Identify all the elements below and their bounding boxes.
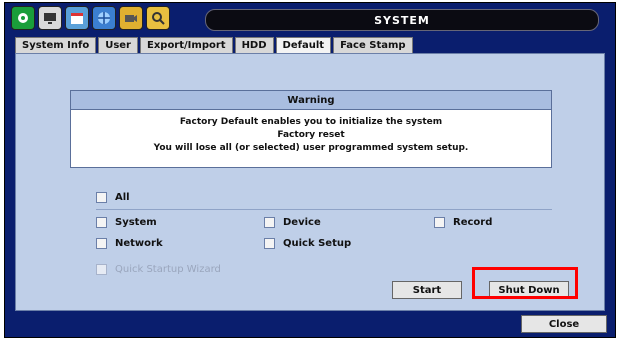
checkbox-quick-startup-wizard: Quick Startup Wizard [96, 264, 221, 275]
warning-line-1: Factory Default enables you to initializ… [179, 117, 443, 127]
checkbox-box[interactable] [96, 192, 107, 203]
toolbar-icons [11, 6, 170, 30]
close-button[interactable]: Close [521, 315, 607, 333]
checkbox-all-label: All [115, 192, 130, 203]
title-bar: SYSTEM [5, 3, 615, 35]
checkbox-network[interactable]: Network [96, 238, 163, 249]
highlight-box [472, 267, 578, 299]
tab-bar: System Info User Export/Import HDD Defau… [15, 37, 413, 53]
checkbox-system-label: System [115, 217, 157, 228]
schedule-icon[interactable] [65, 6, 89, 30]
tab-face-stamp[interactable]: Face Stamp [333, 37, 413, 53]
checkbox-device-label: Device [283, 217, 321, 228]
checkbox-all[interactable]: All [96, 192, 130, 203]
system-setup-icon[interactable] [11, 6, 35, 30]
display-icon[interactable] [38, 6, 62, 30]
warning-line-2: Factory reset [277, 130, 345, 140]
checkbox-system[interactable]: System [96, 217, 157, 228]
checkbox-box[interactable] [264, 217, 275, 228]
window-title: SYSTEM [205, 9, 599, 31]
checkbox-box[interactable] [96, 238, 107, 249]
checkbox-box[interactable] [264, 238, 275, 249]
checkbox-box[interactable] [96, 217, 107, 228]
checkbox-quick-setup[interactable]: Quick Setup [264, 238, 351, 249]
checkbox-record[interactable]: Record [434, 217, 492, 228]
record-icon[interactable] [119, 6, 143, 30]
checkbox-box [96, 264, 107, 275]
network-icon[interactable] [92, 6, 116, 30]
warning-title: Warning [71, 91, 551, 110]
checkbox-quick-setup-label: Quick Setup [283, 238, 352, 249]
tab-default[interactable]: Default [275, 37, 332, 53]
warning-box: Warning Factory Default enables you to i… [70, 90, 552, 168]
tab-user[interactable]: User [98, 37, 138, 53]
tab-export-import[interactable]: Export/Import [140, 37, 233, 53]
checkbox-box[interactable] [434, 217, 445, 228]
search-icon[interactable] [146, 6, 170, 30]
tab-system-info[interactable]: System Info [15, 37, 97, 53]
start-button[interactable]: Start [392, 281, 462, 299]
checkbox-device[interactable]: Device [264, 217, 321, 228]
checkbox-quick-startup-wizard-label: Quick Startup Wizard [115, 264, 221, 275]
checkbox-network-label: Network [115, 238, 163, 249]
checkbox-record-label: Record [453, 217, 493, 228]
tab-hdd[interactable]: HDD [234, 37, 274, 53]
warning-line-3: You will lose all (or selected) user pro… [153, 143, 469, 153]
divider [96, 209, 552, 210]
system-window: SYSTEM System Info User Export/Import HD… [4, 2, 616, 338]
